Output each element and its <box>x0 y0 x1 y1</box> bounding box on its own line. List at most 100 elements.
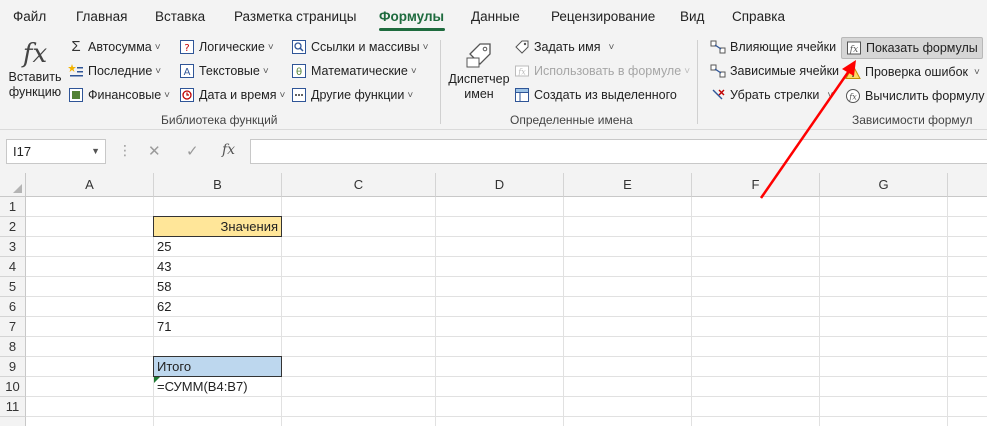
math-icon: θ <box>291 63 307 79</box>
chevron-down-icon: ˅ <box>974 66 980 78</box>
error-checking-label: Проверка ошибок <box>865 65 969 79</box>
show-formulas-button[interactable]: fx Показать формулы <box>841 37 983 59</box>
row-header-1[interactable]: 1 <box>0 197 26 217</box>
name-box-value: I17 <box>13 144 32 159</box>
chevron-down-icon: ˅ <box>154 41 161 53</box>
chevron-down-icon: ˅ <box>410 65 417 77</box>
chevron-down-icon: ˅ <box>827 89 834 101</box>
formula-bar: I17 ▼ ⋮ ✕ ✓ fx <box>0 130 987 173</box>
define-name-button[interactable]: Задать имя ˅ <box>514 37 614 57</box>
tab-help[interactable]: Справка <box>732 9 785 24</box>
chevron-down-icon: ˅ <box>422 41 429 53</box>
cell-b3[interactable]: 25 <box>154 237 281 256</box>
remove-arrows-icon <box>710 87 726 103</box>
row-header-7[interactable]: 7 <box>0 317 26 337</box>
row-header-11[interactable]: 11 <box>0 397 26 417</box>
evaluate-formula-label: Вычислить формулу <box>865 89 985 103</box>
cell-b9[interactable]: Итого <box>153 356 282 377</box>
tab-file[interactable]: Файл <box>13 9 46 24</box>
name-tag-icon <box>446 38 512 72</box>
row-header-9[interactable]: 9 <box>0 357 26 377</box>
svg-text:A: A <box>184 67 191 78</box>
tab-data[interactable]: Данные <box>471 9 520 24</box>
name-box[interactable]: I17 ▼ <box>6 139 106 164</box>
tab-insert[interactable]: Вставка <box>155 9 205 24</box>
chevron-down-icon: ˅ <box>407 89 414 101</box>
enter-check-icon[interactable]: ✓ <box>186 142 199 160</box>
cell-b7[interactable]: 71 <box>154 317 281 336</box>
row-header-4[interactable]: 4 <box>0 257 26 277</box>
cell-b2[interactable]: Значения <box>153 216 282 237</box>
row-header-10[interactable]: 10 <box>0 377 26 397</box>
math-label: Математические <box>311 64 408 78</box>
tab-formulas[interactable]: Формулы <box>379 9 444 24</box>
autosum-button[interactable]: Σ Автосумма ˅ <box>68 37 161 57</box>
svg-text:θ: θ <box>296 67 302 78</box>
insert-function-fx-icon[interactable]: fx <box>222 142 235 158</box>
column-header-e[interactable]: E <box>564 173 692 197</box>
more-functions-icon <box>291 87 307 103</box>
column-header-c[interactable]: C <box>282 173 436 197</box>
trace-precedents-button[interactable]: Влияющие ячейки <box>710 37 836 57</box>
other-label: Другие функции <box>311 88 405 102</box>
chevron-down-icon: ˅ <box>164 89 171 101</box>
column-header-f[interactable]: F <box>692 173 820 197</box>
error-indicator-icon[interactable] <box>154 377 160 383</box>
evaluate-formula-button[interactable]: fx Вычислить формулу <box>845 86 985 106</box>
insert-function-button[interactable]: fx Вставить функцию <box>6 38 64 100</box>
lookup-functions-button[interactable]: Ссылки и массивы ˅ <box>291 37 428 57</box>
chevron-down-icon: ▼ <box>91 146 100 156</box>
star-list-icon <box>68 63 84 79</box>
group-label-formula-auditing: Зависимости формул <box>852 113 973 127</box>
row-header-2[interactable]: 2 <box>0 217 26 237</box>
trace-dependents-button[interactable]: Зависимые ячейки <box>710 61 839 81</box>
formula-tag-icon: fx <box>514 63 530 79</box>
cancel-icon[interactable]: ✕ <box>148 142 161 160</box>
column-header-b[interactable]: B <box>154 173 282 197</box>
trace-dependents-icon <box>710 63 726 79</box>
other-functions-button[interactable]: Другие функции ˅ <box>291 85 413 105</box>
cell-b4[interactable]: 43 <box>154 257 281 276</box>
chevron-down-icon: ˅ <box>155 65 162 77</box>
recent-functions-button[interactable]: Последние ˅ <box>68 61 161 81</box>
error-checking-button[interactable]: Проверка ошибок ˅ <box>845 62 980 82</box>
remove-arrows-button[interactable]: Убрать стрелки ˅ <box>710 85 833 105</box>
cell-b5[interactable]: 58 <box>154 277 281 296</box>
use-in-formula-button[interactable]: fx Использовать в формуле ˅ <box>514 61 690 81</box>
column-header-d[interactable]: D <box>436 173 564 197</box>
row-header-8[interactable]: 8 <box>0 337 26 357</box>
warning-icon <box>845 64 861 80</box>
column-header-g[interactable]: G <box>820 173 948 197</box>
name-manager-button[interactable]: Диспетчер имен <box>446 38 512 102</box>
financial-functions-button[interactable]: Финансовые ˅ <box>68 85 170 105</box>
select-all-button[interactable] <box>0 173 26 197</box>
formula-input[interactable] <box>250 139 987 164</box>
tab-page-layout[interactable]: Разметка страницы <box>234 9 356 24</box>
cell-b6[interactable]: 62 <box>154 297 281 316</box>
row-header-5[interactable]: 5 <box>0 277 26 297</box>
group-label-function-library: Библиотека функций <box>161 113 278 127</box>
text-functions-button[interactable]: A Текстовые ˅ <box>179 61 269 81</box>
datetime-functions-button[interactable]: Дата и время ˅ <box>179 85 285 105</box>
cell-b10[interactable]: =СУММ(B4:B7) <box>154 377 281 396</box>
column-header-h[interactable] <box>948 173 987 197</box>
worksheet-grid[interactable]: A B C D E F G 1 2 3 4 5 6 7 8 9 10 11 Зн… <box>0 173 987 426</box>
drag-handle-icon[interactable]: ⋮ <box>118 142 132 159</box>
row-header-6[interactable]: 6 <box>0 297 26 317</box>
row-header-12[interactable] <box>0 417 26 426</box>
math-functions-button[interactable]: θ Математические ˅ <box>291 61 417 81</box>
insert-function-label-2: функцию <box>8 85 62 99</box>
name-manager-label-1: Диспетчер <box>448 72 510 86</box>
clock-icon <box>179 87 195 103</box>
ribbon-tabs: Файл Главная Вставка Разметка страницы Ф… <box>0 0 987 34</box>
logical-functions-button[interactable]: ? Логические ˅ <box>179 37 274 57</box>
create-from-selection-button[interactable]: Создать из выделенного <box>514 85 677 105</box>
chevron-down-icon: ˅ <box>262 65 269 77</box>
tab-view[interactable]: Вид <box>680 9 704 24</box>
fx-icon: fx <box>22 39 48 69</box>
create-from-selection-icon <box>514 87 530 103</box>
row-header-3[interactable]: 3 <box>0 237 26 257</box>
tab-home[interactable]: Главная <box>76 9 127 24</box>
tab-review[interactable]: Рецензирование <box>551 9 655 24</box>
column-header-a[interactable]: A <box>26 173 154 197</box>
